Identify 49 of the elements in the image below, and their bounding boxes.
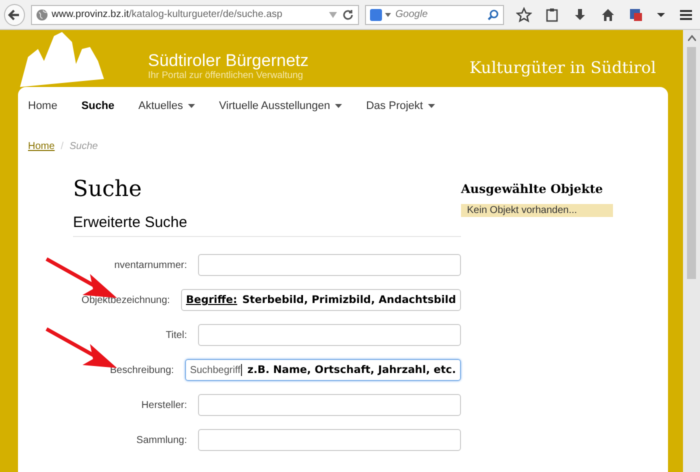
breadcrumb-link[interactable]: Home bbox=[28, 141, 55, 152]
annotation-text: Sterbebild, Primizbild, Andachtsbild bbox=[242, 294, 456, 306]
nav-item[interactable]: Das Projekt bbox=[366, 100, 435, 112]
field-label: Beschreibung: bbox=[109, 364, 174, 376]
input-field[interactable] bbox=[198, 324, 461, 346]
input-field[interactable]: Begriffe: Sterbebild, Primizbild, Andachtsbild bbox=[180, 289, 461, 311]
addon-icon[interactable] bbox=[628, 6, 644, 22]
section-heading: Erweiterte Suche bbox=[73, 214, 461, 237]
annotation-label: Begriffe: bbox=[186, 294, 238, 306]
brand-tagline: Ihr Portal zur öffentlichen Verwaltung bbox=[148, 70, 304, 81]
field-label: Hersteller: bbox=[140, 400, 187, 410]
reload-icon[interactable] bbox=[342, 8, 354, 20]
star-icon[interactable] bbox=[516, 6, 532, 22]
input-field[interactable] bbox=[198, 429, 461, 451]
back-arrow-icon bbox=[7, 8, 22, 22]
nav-item[interactable]: Aktuelles bbox=[138, 100, 195, 112]
page-title: Suche bbox=[73, 177, 143, 202]
input-field[interactable]: Suchbegriff z.B. Name, Ortschaft, Jahrzahl, etc. bbox=[184, 359, 461, 381]
back-button[interactable] bbox=[4, 4, 25, 26]
scrollbar[interactable] bbox=[683, 30, 700, 472]
breadcrumb-current: Suche bbox=[69, 141, 98, 152]
field-label: Objektbezeichnung: bbox=[80, 294, 170, 306]
empty-notice: Kein Objekt vorhanden... bbox=[461, 204, 613, 217]
dropdown-icon bbox=[328, 10, 338, 18]
sidebar-heading: Ausgewählte Objekte bbox=[461, 182, 603, 196]
search-field[interactable]: Google bbox=[365, 4, 504, 24]
field-label: nventarnummer: bbox=[113, 260, 187, 270]
nav-item[interactable]: Home bbox=[28, 100, 58, 112]
search-engine-icon bbox=[370, 8, 392, 20]
nav-item[interactable]: Suche bbox=[81, 100, 114, 112]
clipboard-icon[interactable] bbox=[544, 6, 560, 22]
brand-name: Südtiroler Bürgernetz bbox=[148, 51, 309, 70]
nav-item[interactable]: Virtuelle Ausstellungen bbox=[219, 100, 342, 112]
scroll-up-icon[interactable] bbox=[688, 35, 696, 41]
home-icon[interactable] bbox=[600, 6, 616, 22]
globe-icon bbox=[36, 8, 48, 20]
site-title: Kulturgüter in Südtirol bbox=[469, 58, 656, 77]
annotation-text: z.B. Name, Ortschaft, Jahrzahl, etc. bbox=[247, 364, 456, 376]
address-bar[interactable]: www.provinz.bz.it/katalog-kulturgueter/de/suche.asp bbox=[30, 4, 360, 24]
search-icon[interactable] bbox=[487, 8, 499, 20]
field-label: Sammlung: bbox=[135, 434, 187, 446]
scrollbar-thumb[interactable] bbox=[687, 47, 696, 279]
input-field[interactable] bbox=[198, 254, 461, 276]
breadcrumb-separator: / bbox=[60, 141, 64, 152]
field-label: Titel: bbox=[164, 330, 187, 340]
field-value: Suchbegriff bbox=[190, 364, 240, 376]
dropdown-icon[interactable] bbox=[656, 10, 666, 18]
input-field[interactable] bbox=[198, 394, 461, 416]
url-text: www.provinz.bz.it/katalog-kulturgueter/de/suche.asp bbox=[52, 9, 284, 20]
